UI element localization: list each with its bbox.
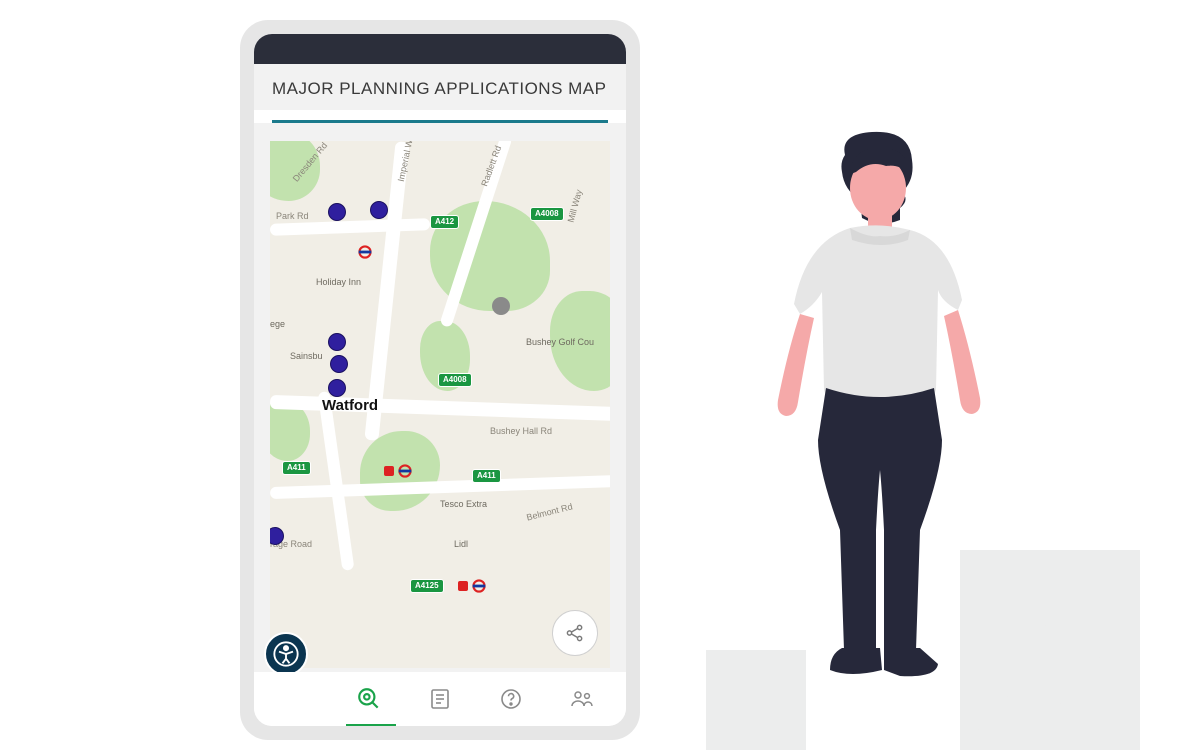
poi-label: Lidl bbox=[454, 539, 468, 549]
nav-news[interactable] bbox=[420, 679, 460, 719]
map[interactable]: Park Rd Imperial Way Radlett Rd Mill Way… bbox=[270, 141, 610, 668]
accessibility-button[interactable] bbox=[264, 632, 308, 676]
illustration-person bbox=[750, 130, 1010, 710]
road-shield: A4008 bbox=[438, 373, 472, 387]
poi-label: Sainsbu bbox=[290, 351, 323, 361]
road-shield: A412 bbox=[430, 215, 459, 229]
road-label: Bushey Hall Rd bbox=[490, 426, 552, 436]
road-label: Belmont Rd bbox=[525, 502, 573, 523]
tube-icon bbox=[398, 464, 412, 478]
tube-icon bbox=[358, 245, 372, 259]
phone-screen: MAJOR PLANNING APPLICATIONS MAP bbox=[254, 34, 626, 726]
nav-active-indicator bbox=[346, 724, 396, 726]
rail-icon bbox=[458, 581, 468, 591]
status-bar bbox=[254, 34, 626, 64]
nav-people[interactable] bbox=[562, 679, 602, 719]
list-icon bbox=[428, 687, 452, 711]
page-title: MAJOR PLANNING APPLICATIONS MAP bbox=[272, 78, 608, 100]
people-icon bbox=[569, 687, 595, 711]
road-label: Park Rd bbox=[276, 211, 309, 221]
poi-label: Tesco Extra bbox=[440, 499, 487, 509]
road-shield: A4008 bbox=[530, 207, 564, 221]
title-panel: MAJOR PLANNING APPLICATIONS MAP bbox=[254, 64, 626, 110]
road bbox=[318, 391, 355, 571]
nav-help[interactable] bbox=[491, 679, 531, 719]
poi-label: Bushey Golf Cou bbox=[526, 337, 594, 347]
accessibility-icon bbox=[272, 640, 300, 668]
road-shield: A411 bbox=[282, 461, 311, 475]
poi-label: Holiday Inn bbox=[316, 277, 361, 287]
help-icon bbox=[499, 687, 523, 711]
tube-icon bbox=[472, 579, 486, 593]
bottom-nav bbox=[254, 672, 626, 726]
rail-icon bbox=[384, 466, 394, 476]
road-shield: A4125 bbox=[410, 579, 444, 593]
map-marker[interactable] bbox=[330, 355, 348, 373]
road bbox=[270, 475, 610, 499]
nav-search[interactable] bbox=[349, 679, 389, 719]
map-container: Park Rd Imperial Way Radlett Rd Mill Way… bbox=[254, 123, 626, 672]
share-icon bbox=[564, 622, 586, 644]
map-marker[interactable] bbox=[328, 379, 346, 397]
poi-label: ege bbox=[270, 319, 285, 329]
map-marker[interactable] bbox=[328, 333, 346, 351]
road-shield: A411 bbox=[472, 469, 501, 483]
city-label: Watford bbox=[322, 397, 378, 414]
share-button[interactable] bbox=[552, 610, 598, 656]
search-icon bbox=[356, 686, 382, 712]
phone-mockup: MAJOR PLANNING APPLICATIONS MAP bbox=[240, 20, 640, 740]
map-marker-grey[interactable] bbox=[492, 297, 510, 315]
road-label: Mill Way bbox=[566, 189, 584, 224]
road bbox=[364, 141, 409, 441]
map-marker[interactable] bbox=[328, 203, 346, 221]
map-marker[interactable] bbox=[370, 201, 388, 219]
